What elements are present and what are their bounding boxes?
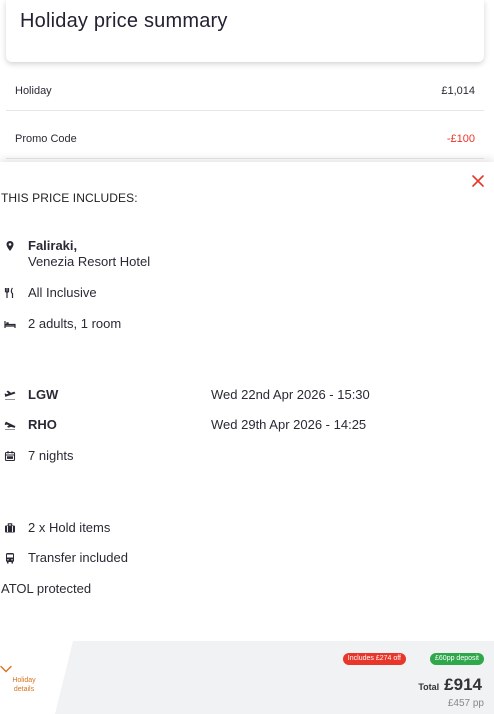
atol-protected: ATOL protected (1, 581, 92, 596)
return-airport: RHO (28, 417, 57, 432)
duration: 7 nights (28, 448, 74, 463)
location-pin-icon (4, 240, 16, 252)
price-footer-bar: Holiday details Includes £274 off £60pp … (0, 641, 494, 714)
price-row-value: £1,014 (441, 85, 475, 97)
cutlery-icon (4, 287, 16, 299)
holiday-details-tab[interactable]: Holiday details (0, 641, 74, 714)
total-price: Total £914 (418, 675, 482, 695)
per-person-price: £457 pp (447, 698, 484, 709)
holiday-details-button[interactable]: Holiday details (0, 665, 48, 694)
hotel-name: Venezia Resort Hotel (28, 254, 151, 269)
outbound-datetime: Wed 22nd Apr 2026 - 15:30 (211, 387, 370, 402)
page-title: Holiday price summary (20, 10, 228, 32)
bus-icon (4, 552, 16, 564)
occupancy: 2 adults, 1 room (28, 316, 122, 331)
price-row-promo: Promo Code -£100 (6, 111, 484, 159)
deposit-badge: £60pp deposit (430, 653, 484, 665)
plane-departure-icon (4, 389, 16, 401)
discount-badge: Includes £274 off (342, 653, 406, 665)
luggage-icon (4, 522, 16, 534)
includes-panel: THIS PRICE INCLUDES: Faliraki, Venezia R… (0, 162, 494, 714)
price-row-label: Holiday (15, 85, 52, 97)
total-label: Total (418, 682, 440, 692)
includes-heading: THIS PRICE INCLUDES: (1, 191, 138, 205)
price-row-label: Promo Code (15, 133, 77, 145)
price-row-holiday: Holiday £1,014 (6, 63, 484, 111)
transfer: Transfer included (28, 550, 128, 565)
price-row-value: -£100 (446, 133, 475, 145)
luggage: 2 x Hold items (28, 520, 111, 535)
total-value: £914 (444, 675, 482, 694)
destination-name: Faliraki, (28, 238, 78, 253)
holiday-details-label-1: Holiday (12, 677, 36, 684)
holiday-details-label-2: details (13, 686, 35, 693)
summary-header: Holiday price summary (6, 0, 484, 62)
chevron-down-icon (0, 665, 48, 676)
plane-arrival-icon (4, 419, 16, 431)
calendar-icon (4, 450, 16, 462)
return-datetime: Wed 29th Apr 2026 - 14:25 (211, 417, 367, 432)
close-icon[interactable] (471, 174, 485, 188)
board-basis: All Inclusive (28, 285, 97, 300)
outbound-airport: LGW (28, 387, 59, 402)
bed-icon (4, 318, 16, 330)
